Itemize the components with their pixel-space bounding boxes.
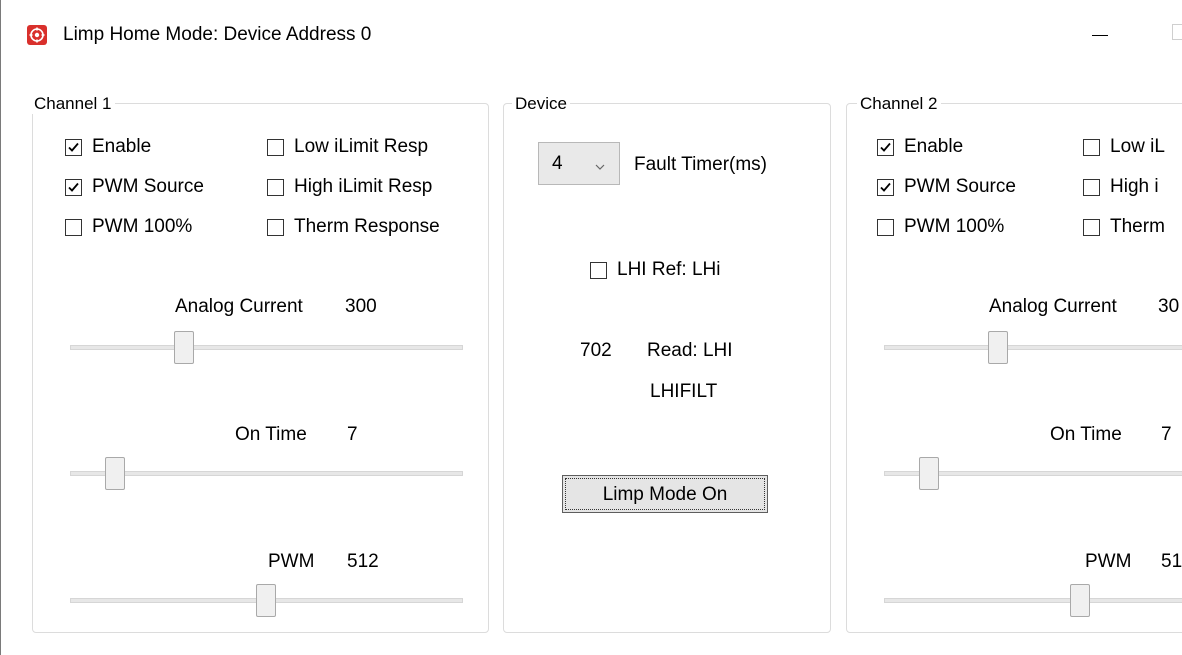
channel1-on-time-value: 7 [347,424,358,445]
window-border [0,0,1,655]
channel2-enable-checkbox[interactable]: Enable [877,136,963,158]
channel2-pwm-value: 51 [1161,551,1182,572]
channel2-analog-current-value: 30 [1158,296,1180,317]
channel2-pwm-slider[interactable] [884,598,1182,603]
chevron-down-icon [595,158,605,176]
channel1-low-ilimit-checkbox[interactable]: Low iLimit Resp [267,136,428,158]
channel2-on-time-thumb[interactable] [919,457,939,490]
lhi-read-label: Read: LHI [647,340,733,361]
maximize-icon[interactable] [1172,24,1182,40]
channel1-pwm-source-checkbox[interactable]: PWM Source [65,176,204,198]
channel2-group-label: Channel 2 [857,94,941,114]
lhi-read-sublabel: LHIFILT [650,381,718,402]
channel1-on-time-label: On Time [235,424,307,445]
title-bar[interactable]: Limp Home Mode: Device Address 0 [0,0,1182,70]
channel1-pwm-label: PWM [268,551,315,572]
channel1-analog-current-label: Analog Current [175,296,303,317]
channel1-pwm-value: 512 [347,551,379,572]
channel1-therm-response-checkbox[interactable]: Therm Response [267,216,440,238]
channel2-low-ilimit-checkbox[interactable]: Low iL [1083,136,1165,158]
limp-home-window: Limp Home Mode: Device Address 0 Channel… [0,0,1182,655]
fault-timer-select[interactable]: 4 [538,142,620,185]
channel2-analog-current-slider[interactable] [884,345,1182,350]
lhi-ref-checkbox[interactable]: LHI Ref: LHi [590,259,720,281]
fault-timer-label: Fault Timer(ms) [634,154,767,175]
channel2-pwm-label: PWM [1085,551,1132,572]
window-title: Limp Home Mode: Device Address 0 [63,24,372,45]
channel1-on-time-slider[interactable] [70,471,463,476]
channel1-group-label: Channel 1 [31,94,115,114]
channel2-pwm-source-checkbox[interactable]: PWM Source [877,176,1016,198]
channel1-analog-current-thumb[interactable] [174,331,194,364]
channel2-on-time-label: On Time [1050,424,1122,445]
channel1-analog-current-slider[interactable] [70,345,463,350]
app-icon [27,25,47,45]
channel1-on-time-thumb[interactable] [105,457,125,490]
limp-mode-on-button[interactable]: Limp Mode On [562,475,768,513]
channel2-therm-response-checkbox[interactable]: Therm [1083,216,1165,238]
channel2-pwm-thumb[interactable] [1070,584,1090,617]
minimize-icon[interactable] [1069,15,1127,55]
channel1-pwm-100-checkbox[interactable]: PWM 100% [65,216,192,238]
channel1-high-ilimit-checkbox[interactable]: High iLimit Resp [267,176,432,198]
channel1-analog-current-value: 300 [345,296,377,317]
channel1-enable-checkbox[interactable]: Enable [65,136,151,158]
channel2-on-time-value: 7 [1161,424,1172,445]
channel2-analog-current-thumb[interactable] [988,331,1008,364]
lhi-read-value: 702 [580,340,612,361]
channel2-analog-current-label: Analog Current [989,296,1117,317]
device-group-label: Device [512,94,570,114]
channel2-pwm-100-checkbox[interactable]: PWM 100% [877,216,1004,238]
channel2-high-ilimit-checkbox[interactable]: High i [1083,176,1159,198]
channel1-pwm-thumb[interactable] [256,584,276,617]
